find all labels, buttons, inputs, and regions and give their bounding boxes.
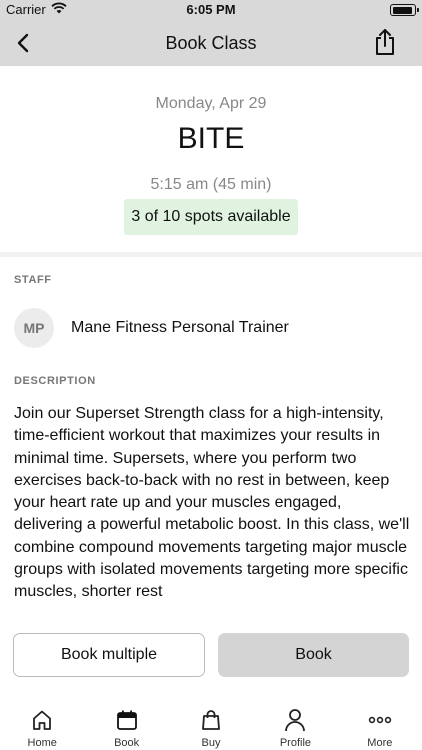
person-icon bbox=[283, 708, 307, 732]
spots-available-badge: 3 of 10 spots available bbox=[124, 199, 298, 235]
staff-section-label: STAFF bbox=[14, 274, 52, 286]
tab-profile[interactable]: Profile bbox=[253, 700, 337, 750]
tab-label-profile: Profile bbox=[279, 737, 312, 749]
class-time: 5:15 am (45 min) bbox=[150, 176, 272, 193]
status-bar: Carrier 6:05 PM bbox=[0, 0, 422, 20]
status-time: 6:05 PM bbox=[186, 2, 236, 17]
tab-buy[interactable]: Buy bbox=[169, 700, 253, 750]
tab-home[interactable]: Home bbox=[0, 700, 84, 750]
home-icon bbox=[30, 708, 54, 732]
description-section-label: DESCRIPTION bbox=[14, 375, 96, 387]
tab-label-buy: Buy bbox=[201, 737, 221, 749]
calendar-icon bbox=[115, 708, 139, 732]
tab-book[interactable]: Book bbox=[84, 700, 168, 750]
tab-label-more: More bbox=[367, 737, 393, 749]
book-button[interactable]: Book bbox=[218, 633, 409, 677]
book-multiple-button[interactable]: Book multiple bbox=[13, 633, 205, 677]
tab-more[interactable]: More bbox=[338, 700, 422, 750]
tab-bar: Home Book Buy Profile More bbox=[0, 700, 422, 750]
class-header: Monday, Apr 29 BITE 5:15 am (45 min) 3 o… bbox=[0, 66, 422, 252]
staff-avatar: MP bbox=[14, 308, 54, 348]
class-name: BITE bbox=[177, 122, 245, 155]
staff-name[interactable]: Mane Fitness Personal Trainer bbox=[71, 319, 289, 337]
page-title: Book Class bbox=[165, 33, 257, 53]
section-divider bbox=[0, 252, 422, 257]
battery-icon bbox=[390, 4, 419, 16]
share-icon bbox=[376, 29, 394, 55]
more-icon bbox=[368, 708, 392, 732]
shopping-bag-icon bbox=[199, 708, 223, 732]
class-date: Monday, Apr 29 bbox=[155, 95, 267, 112]
tab-label-book: Book bbox=[114, 737, 140, 749]
tab-label-home: Home bbox=[27, 737, 57, 749]
share-button[interactable] bbox=[370, 27, 400, 57]
class-description: Join our Superset Strength class for a h… bbox=[14, 405, 410, 601]
nav-bar: Book Class bbox=[0, 20, 422, 66]
